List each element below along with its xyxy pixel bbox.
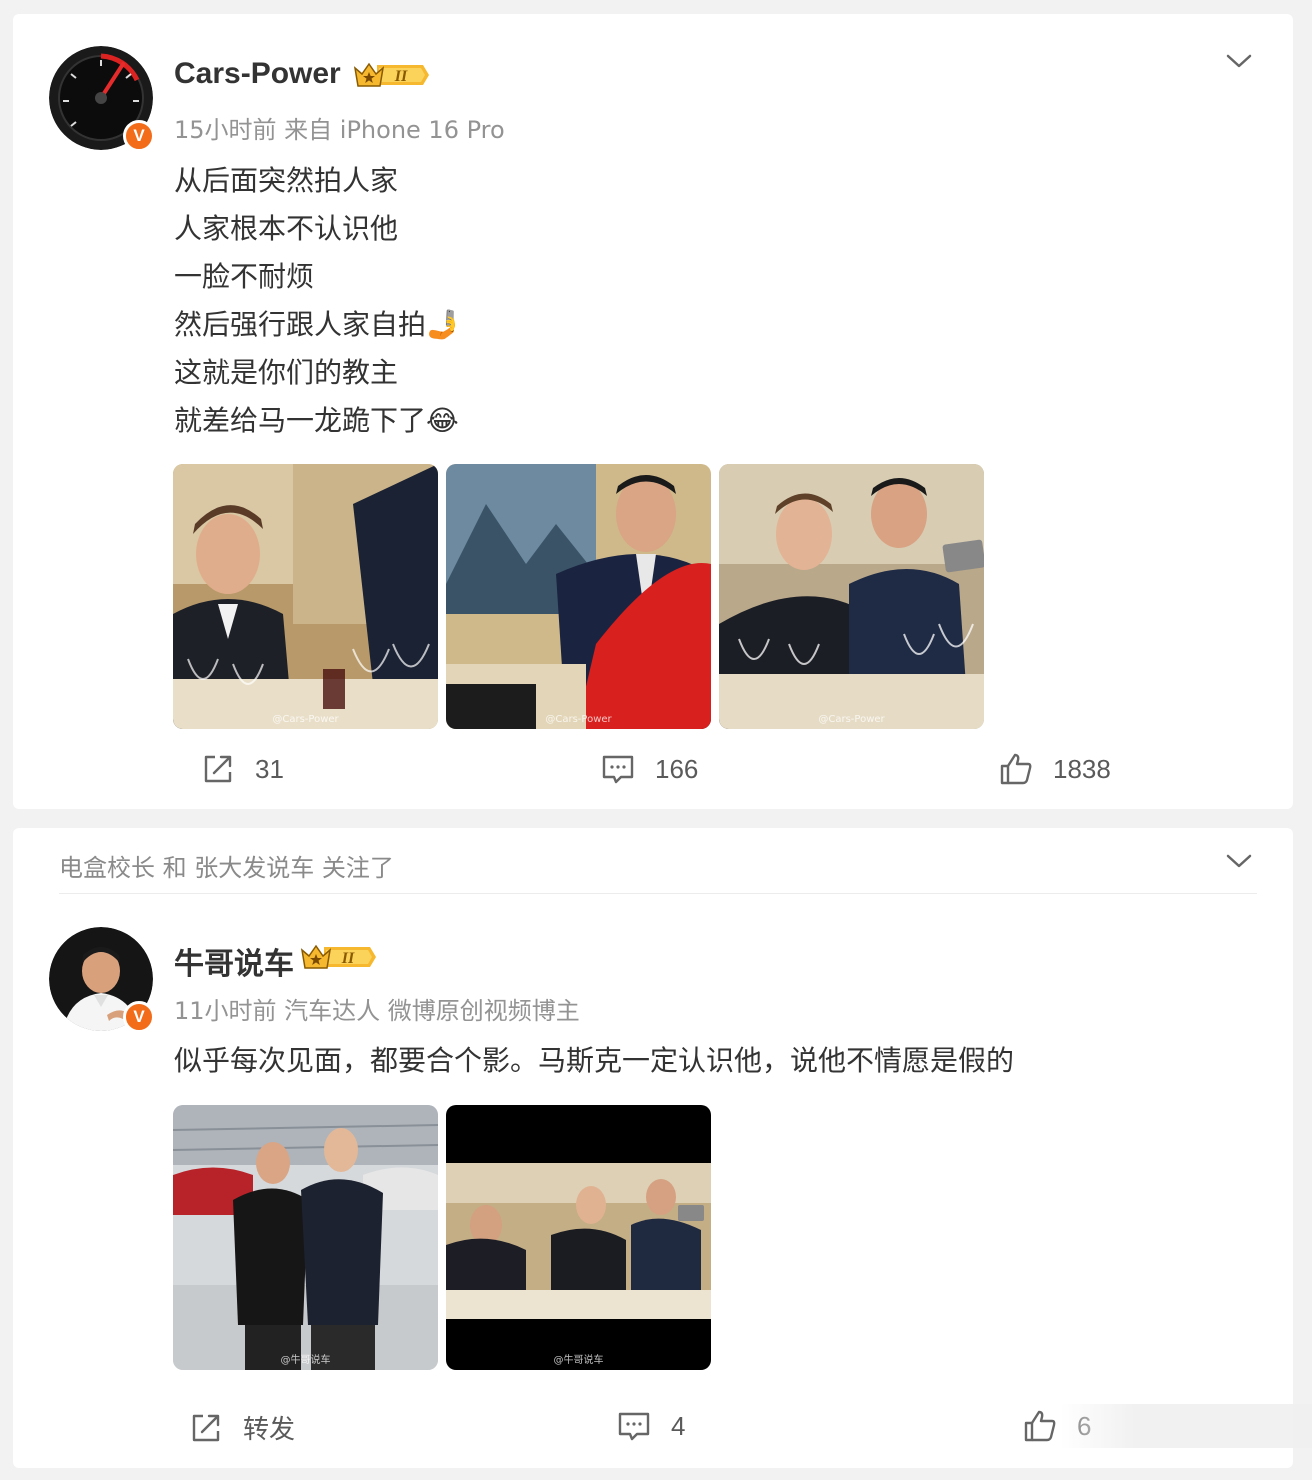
comment-count: 4 [671, 1410, 686, 1441]
image-watermark: @Cars-Power [545, 714, 612, 725]
banquet-photo-image [173, 464, 438, 729]
scroll-indicator [1060, 1404, 1312, 1448]
post-line: 从后面突然拍人家 [174, 164, 399, 197]
image-watermark: @Cars-Power [818, 714, 885, 725]
repost-button[interactable]: 转发 [189, 1409, 295, 1446]
svg-text:II: II [341, 950, 355, 967]
post-line: 这就是你们的教主 [174, 356, 399, 389]
comment-icon [618, 1412, 650, 1441]
svg-text:II: II [394, 68, 408, 85]
post-meta: 11小时前 汽车达人 微博原创视频博主 [174, 997, 580, 1025]
follow-note: 电盒校长 和 张大发说车 关注了 [59, 854, 394, 882]
avatar[interactable]: V [49, 46, 155, 152]
share-icon [204, 755, 232, 783]
vip-crown-badge-icon[interactable]: II [353, 60, 431, 90]
repost-count: 31 [255, 753, 284, 784]
post-text: 似乎每次见面，都要合个影。马斯克一定认识他，说他不情愿是假的 [174, 1037, 1014, 1085]
post-line: 然后强行跟人家自拍🤳 [174, 308, 461, 341]
comment-icon [602, 755, 634, 784]
verified-v-icon: V [123, 120, 155, 152]
post-card-2: 电盒校长 和 张大发说车 关注了 V 牛哥说车 II 11小时前 汽车达人 微博… [13, 828, 1293, 1468]
repost-label: 转发 [243, 1414, 296, 1444]
avatar[interactable]: V [49, 927, 155, 1033]
post-line: 就差给马一龙跪下了😂 [174, 404, 459, 437]
comment-button[interactable]: 4 [617, 1409, 685, 1443]
chevron-down-icon[interactable] [1225, 852, 1253, 870]
thumbs-up-icon [1024, 1410, 1056, 1442]
username[interactable]: 牛哥说车 [174, 939, 294, 983]
post-card-1: V Cars-Power II 15小时前 来自 iPhone 16 Pro 从… [13, 14, 1293, 809]
repost-button[interactable]: 31 [201, 752, 284, 786]
image-watermark: @牛哥说车 [553, 1355, 604, 1366]
comment-button[interactable]: 166 [601, 752, 698, 786]
username[interactable]: Cars-Power [174, 57, 341, 91]
factory-photo-image [173, 1105, 438, 1370]
banquet-photo-image [446, 464, 711, 729]
selfie-photo-image [719, 464, 984, 729]
comment-count: 166 [655, 753, 699, 784]
banquet-video-still-image [446, 1105, 711, 1370]
post-text: 从后面突然拍人家 人家根本不认识他 一脸不耐烦 然后强行跟人家自拍🤳 这就是你们… [174, 157, 461, 445]
post-meta: 15小时前 来自 iPhone 16 Pro [174, 116, 505, 144]
post-line: 似乎每次见面，都要合个影。马斯克一定认识他，说他不情愿是假的 [174, 1044, 1015, 1077]
divider [59, 893, 1257, 894]
chevron-down-icon[interactable] [1225, 52, 1253, 70]
post-image-3[interactable]: @Cars-Power [719, 464, 984, 729]
post-image-1[interactable]: @Cars-Power [173, 464, 438, 729]
post-line: 人家根本不认识他 [174, 212, 399, 245]
post-image-2[interactable]: @牛哥说车 [446, 1105, 711, 1370]
post-image-1[interactable]: @牛哥说车 [173, 1105, 438, 1370]
like-count: 1838 [1053, 753, 1111, 784]
image-watermark: @牛哥说车 [280, 1355, 331, 1366]
image-watermark: @Cars-Power [272, 714, 339, 725]
like-button[interactable]: 1838 [999, 752, 1111, 786]
post-image-2[interactable]: @Cars-Power [446, 464, 711, 729]
share-icon [192, 1414, 220, 1441]
post-line: 一脸不耐烦 [174, 260, 315, 293]
verified-v-icon: V [123, 1001, 155, 1033]
vip-crown-badge-icon[interactable]: II [300, 942, 378, 972]
thumbs-up-icon [1000, 753, 1032, 785]
